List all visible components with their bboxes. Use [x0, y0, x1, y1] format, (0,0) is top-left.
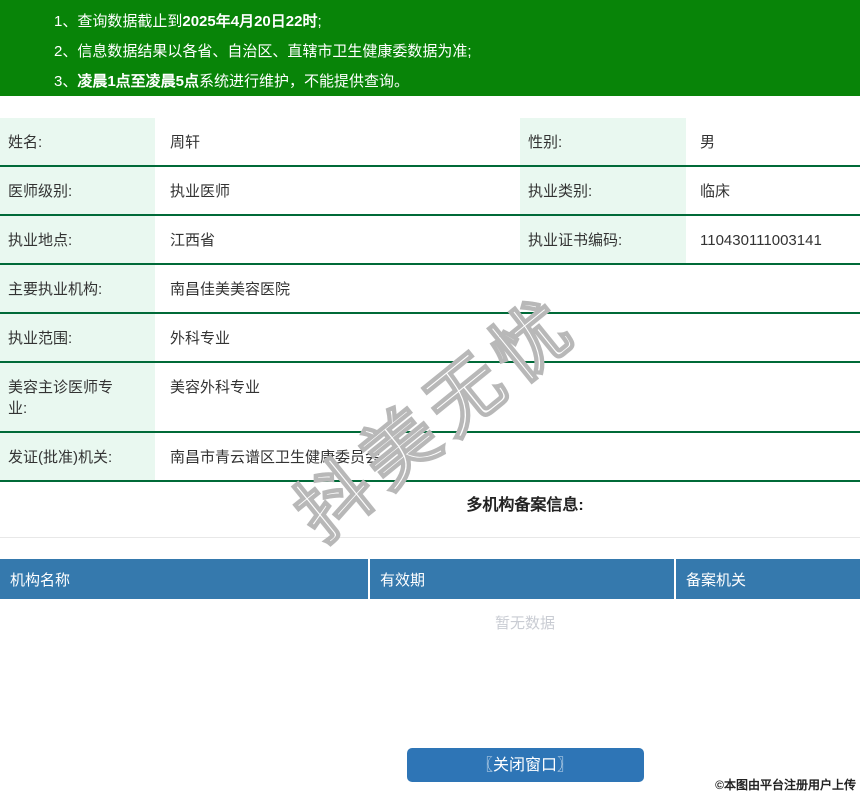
notice-line-1: 1、查询数据截止到2025年4月20日22时;	[0, 7, 860, 37]
field-value-doctor-level: 执业医师	[170, 183, 231, 200]
field-value-issuing-authority: 南昌市青云谱区卫生健康委员会	[170, 449, 381, 466]
field-value-name: 周轩	[170, 134, 201, 151]
table-row: 发证(批准)机关: 南昌市青云谱区卫生健康委员会	[0, 433, 860, 482]
field-value-practice-scope: 外科专业	[170, 330, 231, 347]
field-label-doctor-level: 医师级别:	[0, 167, 155, 214]
doctor-info-table: 姓名: 周轩 性别: 男 医师级别: 执业医师 执业类别: 临床 执业地点: 江…	[0, 118, 860, 482]
column-header-validity-period: 有效期	[368, 559, 674, 599]
notice-text: 查询数据截止到	[77, 13, 183, 30]
notice-text: 系统进行维护，不能提供查询。	[199, 73, 410, 90]
section-divider	[0, 537, 860, 538]
records-table-header: 机构名称 有效期 备案机关	[0, 559, 860, 599]
table-row: 执业地点: 江西省 执业证书编码: 110430111003141	[0, 216, 860, 265]
field-value-main-institution: 南昌佳美美容医院	[170, 281, 291, 298]
field-label-main-institution: 主要执业机构:	[0, 265, 155, 312]
notice-text-bold: 2025年4月20日22时	[182, 13, 318, 30]
field-label-practice-scope: 执业范围:	[0, 314, 155, 361]
notice-line-number: 3、	[54, 73, 78, 90]
table-row: 姓名: 周轩 性别: 男	[0, 118, 860, 167]
field-value-practice-category: 临床	[700, 183, 731, 200]
field-label-practice-location: 执业地点:	[0, 216, 155, 263]
multi-institution-records-title: 多机构备案信息:	[466, 497, 584, 514]
notice-line-2: 2、信息数据结果以各省、自治区、直辖市卫生健康委数据为准;	[0, 37, 860, 67]
table-row: 医师级别: 执业医师 执业类别: 临床	[0, 167, 860, 216]
notice-line-3: 3、凌晨1点至凌晨5点系统进行维护，不能提供查询。	[0, 67, 860, 97]
field-label-gender: 性别:	[520, 118, 686, 165]
notice-text: 信息数据结果以各省、自治区、直辖市卫生健康委数据为准;	[77, 43, 472, 60]
image-attribution-text: ©本图由平台注册用户上传	[715, 778, 856, 792]
notice-text: ;	[317, 13, 322, 30]
table-row: 美容主诊医师专业: 美容外科专业	[0, 363, 860, 433]
table-row: 主要执业机构: 南昌佳美美容医院	[0, 265, 860, 314]
column-header-institution-name: 机构名称	[10, 571, 71, 589]
field-label-name: 姓名:	[0, 118, 155, 165]
notice-line-number: 1、	[54, 13, 78, 30]
field-label-issuing-authority: 发证(批准)机关:	[0, 433, 155, 480]
field-value-practice-location: 江西省	[170, 232, 216, 249]
field-label-practice-category: 执业类别:	[520, 167, 686, 214]
field-value-certificate-number: 110430111003141	[700, 232, 822, 249]
doctor-query-result-page: 1、查询数据截止到2025年4月20日22时; 2、信息数据结果以各省、自治区、…	[0, 0, 860, 793]
notice-banner: 1、查询数据截止到2025年4月20日22时; 2、信息数据结果以各省、自治区、…	[0, 0, 860, 96]
notice-line-number: 2、	[54, 43, 78, 60]
field-label-cosmetic-specialty: 美容主诊医师专业:	[0, 363, 155, 431]
field-value-gender: 男	[700, 134, 716, 151]
field-value-cosmetic-specialty: 美容外科专业	[170, 379, 261, 396]
field-label-certificate-number: 执业证书编码:	[520, 216, 686, 263]
column-header-filing-authority: 备案机关	[674, 559, 860, 599]
table-row: 执业范围: 外科专业	[0, 314, 860, 363]
records-empty-state: 暂无数据	[494, 615, 555, 632]
notice-text-bold: 凌晨1点至凌晨5点	[77, 73, 200, 90]
